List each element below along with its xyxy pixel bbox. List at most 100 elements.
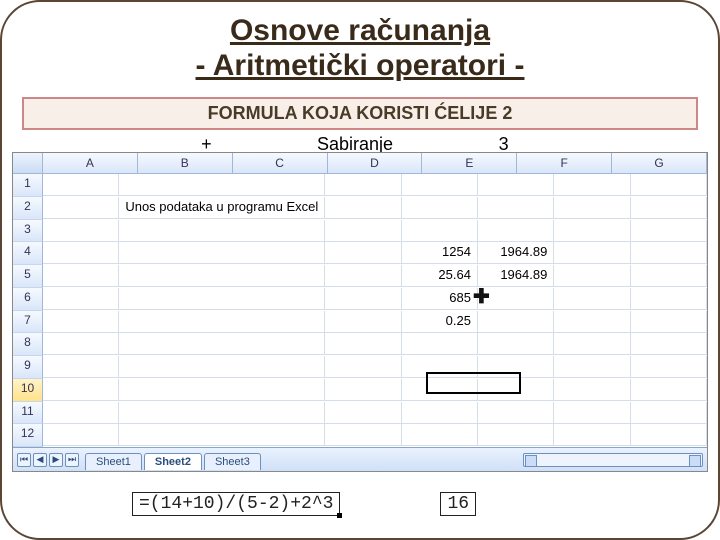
cell[interactable] xyxy=(325,288,401,310)
cell[interactable] xyxy=(631,424,707,446)
col-header[interactable]: B xyxy=(138,153,233,173)
cell[interactable] xyxy=(402,174,478,196)
select-all-corner[interactable] xyxy=(13,153,43,173)
col-header[interactable]: G xyxy=(612,153,707,173)
cell[interactable] xyxy=(631,197,707,219)
cell[interactable] xyxy=(554,197,630,219)
cell[interactable] xyxy=(554,220,630,242)
cell[interactable] xyxy=(631,174,707,196)
cell[interactable]: 1254 xyxy=(402,242,478,264)
row-header[interactable]: 2 xyxy=(13,197,43,220)
cell[interactable] xyxy=(325,311,401,333)
row-header[interactable]: 9 xyxy=(13,356,43,379)
cell[interactable] xyxy=(402,356,478,378)
cell[interactable] xyxy=(554,242,630,264)
col-header[interactable]: E xyxy=(422,153,517,173)
cell[interactable] xyxy=(631,311,707,333)
cell[interactable] xyxy=(119,174,325,196)
cell[interactable] xyxy=(402,220,478,242)
cell[interactable] xyxy=(478,197,554,219)
cell[interactable]: 1964.89 xyxy=(478,242,554,264)
cell[interactable] xyxy=(43,379,119,401)
cell[interactable] xyxy=(119,333,325,355)
cell[interactable] xyxy=(119,424,325,446)
cell[interactable] xyxy=(478,288,554,310)
cell[interactable] xyxy=(119,220,325,242)
cell[interactable] xyxy=(478,174,554,196)
cell[interactable] xyxy=(325,424,401,446)
cell[interactable] xyxy=(119,402,325,424)
cell[interactable] xyxy=(325,356,401,378)
row-header[interactable]: 6 xyxy=(13,288,43,311)
row-header[interactable]: 5 xyxy=(13,265,43,288)
cell[interactable] xyxy=(43,356,119,378)
cell[interactable] xyxy=(478,311,554,333)
cell[interactable] xyxy=(631,265,707,287)
cell[interactable] xyxy=(402,197,478,219)
cell[interactable] xyxy=(554,333,630,355)
cell[interactable] xyxy=(119,265,325,287)
cell[interactable] xyxy=(402,424,478,446)
nav-last-icon[interactable]: ⏭ xyxy=(65,453,79,467)
cell[interactable] xyxy=(43,220,119,242)
cell[interactable] xyxy=(631,288,707,310)
cell[interactable] xyxy=(478,333,554,355)
cell[interactable] xyxy=(478,379,554,401)
cell[interactable] xyxy=(554,311,630,333)
cell[interactable] xyxy=(119,356,325,378)
nav-next-icon[interactable]: ▶ xyxy=(49,453,63,467)
row-header[interactable]: 12 xyxy=(13,424,43,447)
cell[interactable] xyxy=(478,220,554,242)
cell[interactable] xyxy=(43,424,119,446)
cell[interactable] xyxy=(554,356,630,378)
cell[interactable] xyxy=(325,379,401,401)
cell[interactable] xyxy=(43,311,119,333)
cell[interactable] xyxy=(478,424,554,446)
row-header-active[interactable]: 10 xyxy=(13,379,43,402)
cell[interactable] xyxy=(402,333,478,355)
cell[interactable] xyxy=(43,174,119,196)
cell[interactable] xyxy=(325,402,401,424)
cell[interactable] xyxy=(119,379,325,401)
sheet-tab[interactable]: Sheet3 xyxy=(204,453,261,470)
cell[interactable] xyxy=(325,333,401,355)
row-header[interactable]: 4 xyxy=(13,242,43,265)
cell[interactable] xyxy=(402,402,478,424)
cell[interactable] xyxy=(325,265,401,287)
cell[interactable] xyxy=(631,242,707,264)
cell[interactable] xyxy=(43,333,119,355)
nav-first-icon[interactable]: ⏮ xyxy=(17,453,31,467)
row-header[interactable]: 8 xyxy=(13,333,43,356)
nav-prev-icon[interactable]: ◀ xyxy=(33,453,47,467)
cell[interactable]: 0.25 xyxy=(402,311,478,333)
cell[interactable] xyxy=(43,288,119,310)
cell[interactable] xyxy=(43,197,119,219)
cell[interactable] xyxy=(631,220,707,242)
cell[interactable] xyxy=(43,265,119,287)
cell[interactable] xyxy=(402,379,478,401)
col-header[interactable]: C xyxy=(233,153,328,173)
sheet-tab-active[interactable]: Sheet2 xyxy=(144,453,202,470)
cell[interactable]: 685 xyxy=(402,288,478,310)
sheet-nav-buttons[interactable]: ⏮ ◀ ▶ ⏭ xyxy=(17,453,79,467)
row-header[interactable]: 3 xyxy=(13,220,43,243)
col-header[interactable]: D xyxy=(328,153,423,173)
spreadsheet-grid[interactable]: 1 2 Unos podataka u programu Excel 3 4 1… xyxy=(13,174,707,447)
cell[interactable] xyxy=(43,402,119,424)
cell[interactable] xyxy=(119,288,325,310)
col-header[interactable]: F xyxy=(517,153,612,173)
row-header[interactable]: 1 xyxy=(13,174,43,197)
cell[interactable] xyxy=(554,174,630,196)
cell[interactable] xyxy=(554,424,630,446)
cell[interactable] xyxy=(325,197,401,219)
cell[interactable] xyxy=(478,356,554,378)
cell[interactable] xyxy=(554,265,630,287)
row-header[interactable]: 7 xyxy=(13,311,43,334)
cell[interactable] xyxy=(325,220,401,242)
cell[interactable] xyxy=(631,356,707,378)
cell[interactable] xyxy=(631,379,707,401)
cell[interactable] xyxy=(119,242,325,264)
cell[interactable] xyxy=(325,242,401,264)
cell[interactable] xyxy=(325,174,401,196)
cell[interactable]: 1964.89 xyxy=(478,265,554,287)
